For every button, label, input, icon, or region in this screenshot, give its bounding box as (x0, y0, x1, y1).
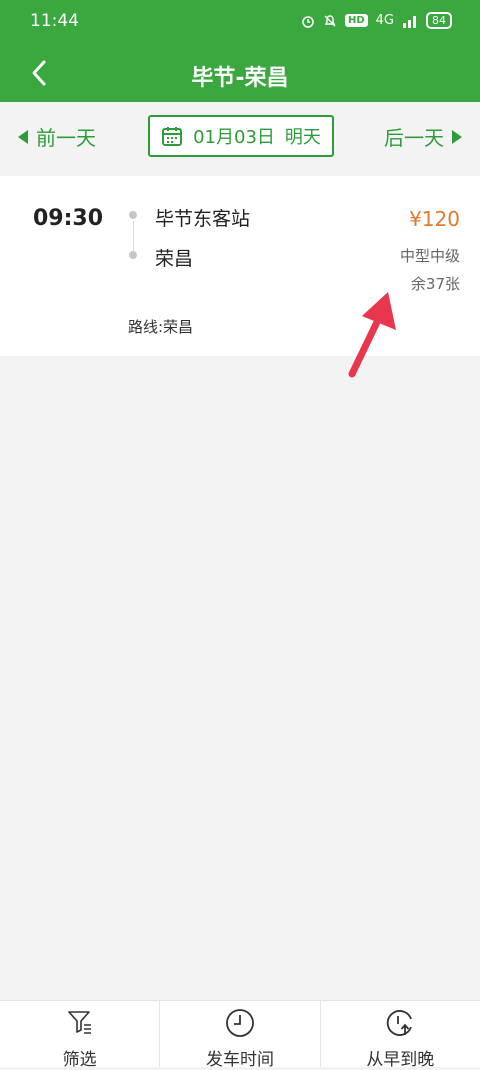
bus-type: 中型中级 (399, 247, 460, 265)
battery-level: 84 (426, 12, 452, 29)
hd-badge: HD (344, 14, 368, 27)
early-to-late-label: 从早到晚 (366, 1050, 435, 1070)
next-day-label: 后一天 (384, 126, 444, 150)
annotation-arrow-icon (348, 292, 396, 378)
prev-day-label: 前一天 (36, 126, 96, 150)
departure-time-sort-button[interactable]: 发车时间 (159, 1001, 319, 1070)
app-header: 11:44 HD 4G 84 毕节-荣昌 (0, 0, 480, 102)
signal-icon (403, 15, 416, 28)
status-bar: 11:44 HD 4G 84 (0, 0, 480, 42)
date-picker[interactable]: 01月03日 明天 (148, 115, 334, 157)
status-time: 11:44 (30, 11, 79, 31)
next-day-button[interactable]: 后一天 (384, 122, 462, 151)
filter-icon (67, 1011, 91, 1034)
triangle-left-icon (18, 129, 28, 144)
trip-card[interactable] (0, 176, 480, 356)
destination-dot (129, 251, 137, 259)
clock-arrow-up-icon (387, 1010, 413, 1036)
triangle-right-icon (452, 129, 462, 144)
early-to-late-sort-button[interactable]: 从早到晚 (319, 1001, 480, 1070)
date-label: 01月03日 (193, 127, 275, 148)
status-icons: HD 4G 84 (301, 12, 452, 29)
bottom-toolbar: 筛选 发车时间 从早到晚 (0, 1000, 480, 1070)
origin-station: 毕节东客站 (155, 208, 251, 230)
ticket-price: ¥120 (409, 207, 460, 231)
origin-dot (129, 211, 137, 219)
destination-station: 荣昌 (155, 248, 194, 270)
clock-icon (226, 1009, 254, 1037)
mute-bell-icon (324, 14, 336, 26)
signal-label: 4G (375, 13, 394, 28)
page-title: 毕节-荣昌 (191, 66, 289, 91)
relative-day-label: 明天 (284, 127, 321, 148)
route-info: 路线:荣昌 (128, 318, 194, 336)
prev-day-button[interactable]: 前一天 (18, 122, 96, 151)
departure-time-label: 发车时间 (205, 1050, 274, 1070)
filter-label: 筛选 (62, 1050, 97, 1070)
remaining-seats: 余37张 (410, 275, 460, 293)
route-connector (133, 221, 134, 251)
calendar-icon (162, 127, 183, 146)
alarm-icon (302, 15, 314, 28)
filter-button[interactable]: 筛选 (0, 1001, 159, 1070)
departure-time: 09:30 (33, 206, 104, 231)
